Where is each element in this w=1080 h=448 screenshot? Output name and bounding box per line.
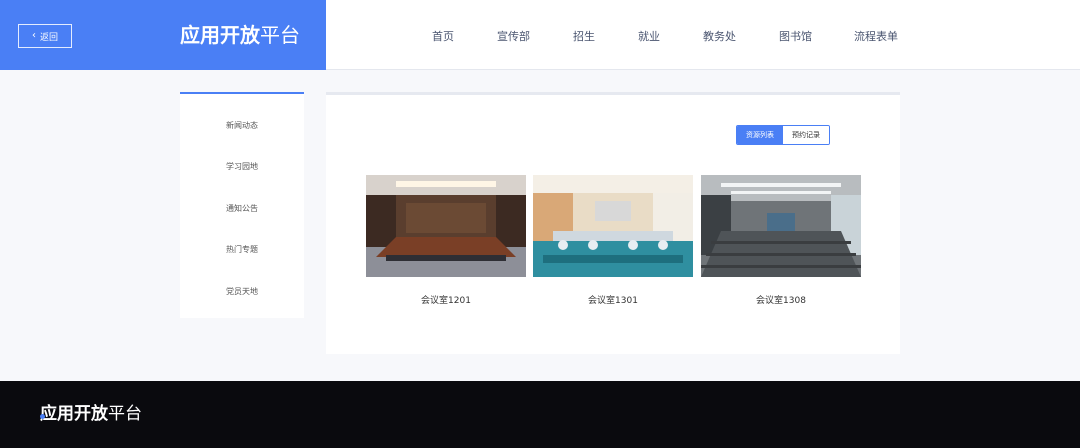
page-footer: 应用开放平台 [0, 381, 1080, 448]
main-nav: 首页 宣传部 招生 就业 教务处 图书馆 流程表单 [0, 28, 1080, 52]
room-photo [701, 175, 861, 277]
sidebar-item-party[interactable]: 党员天地 [180, 286, 304, 297]
nav-item-home[interactable]: 首页 [432, 28, 454, 44]
nav-item-process-forms[interactable]: 流程表单 [854, 28, 898, 44]
nav-item-admission[interactable]: 招生 [573, 28, 595, 44]
tab-booking-records[interactable]: 预约记录 [783, 126, 829, 144]
room-photo [366, 175, 526, 277]
room-name: 会议室1308 [756, 296, 806, 306]
nav-item-employment[interactable]: 就业 [638, 28, 660, 44]
tab-resource-list[interactable]: 资源列表 [737, 126, 783, 144]
room-name: 会议室1301 [588, 296, 638, 306]
footer-brand: 应用开放平台 [40, 401, 142, 427]
view-tabs: 资源列表 预约记录 [736, 125, 830, 145]
room-card[interactable]: 会议室1308 [701, 175, 861, 306]
nav-item-publicity[interactable]: 宣传部 [497, 28, 530, 44]
sidebar-item-news[interactable]: 新闻动态 [180, 120, 304, 131]
footer-brand-light: 平台 [108, 404, 142, 424]
nav-item-library[interactable]: 图书馆 [779, 28, 812, 44]
sidebar-item-notices[interactable]: 通知公告 [180, 203, 304, 214]
nav-item-academic-affairs[interactable]: 教务处 [703, 28, 736, 44]
sidebar-item-hot-topics[interactable]: 热门专题 [180, 244, 304, 255]
brand-dot-icon [40, 414, 45, 419]
footer-brand-bold: 应用开放 [40, 404, 108, 424]
main-content: 资源列表 预约记录 会议室1201 会议室1301 会议室1308 [326, 92, 900, 354]
room-name: 会议室1201 [421, 296, 471, 306]
top-header: ‹ 返回 应用开放平台 首页 宣传部 招生 就业 教务处 图书馆 流程表单 [0, 0, 1080, 70]
sidebar: 新闻动态 学习园地 通知公告 热门专题 党员天地 [180, 92, 304, 318]
room-card[interactable]: 会议室1301 [533, 175, 693, 306]
sidebar-item-study[interactable]: 学习园地 [180, 161, 304, 172]
room-card[interactable]: 会议室1201 [366, 175, 526, 306]
room-photo [533, 175, 693, 277]
